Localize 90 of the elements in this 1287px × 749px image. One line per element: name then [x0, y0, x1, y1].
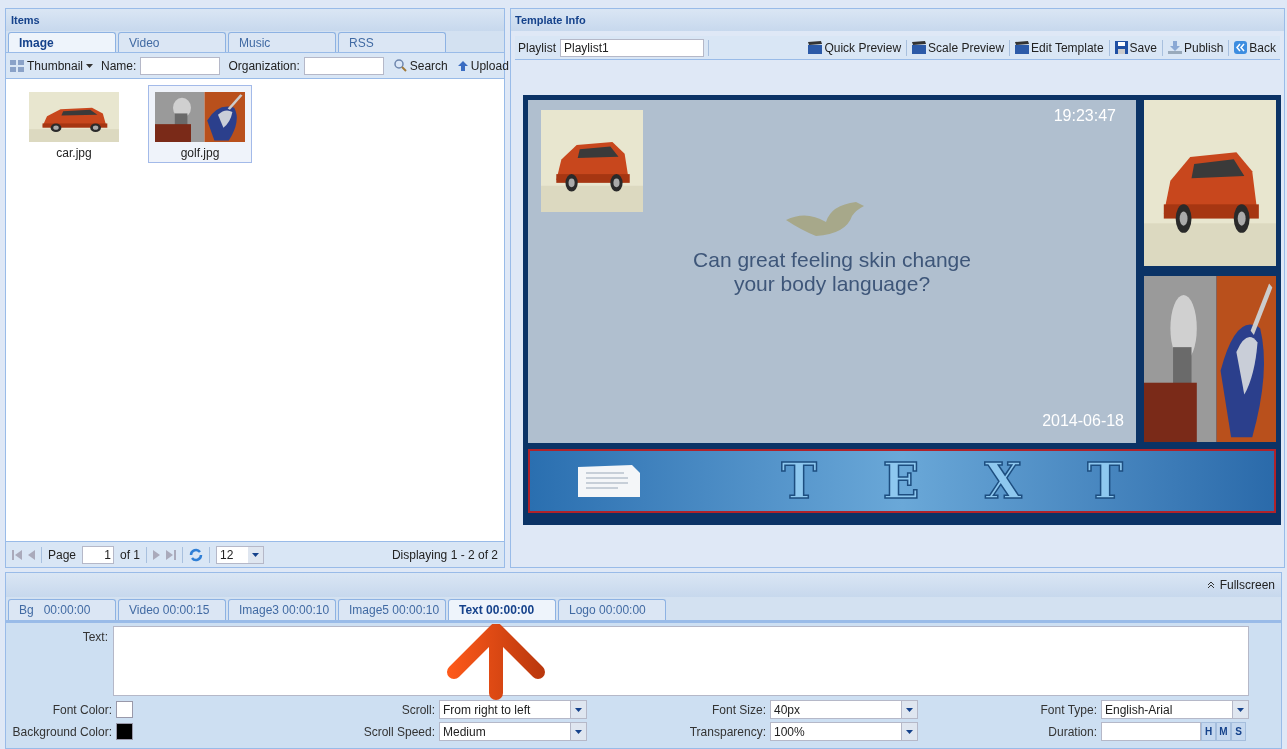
clapperboard-icon — [808, 41, 823, 54]
toolbar-button[interactable]: Edit Template — [1014, 38, 1105, 57]
field-label: Duration: — [1048, 724, 1097, 739]
date-text: 2014-06-18 — [1042, 411, 1124, 431]
page-label: Page — [48, 546, 77, 564]
back-icon — [1234, 41, 1248, 54]
banner-letter: T — [1086, 457, 1124, 505]
caret-icon — [906, 707, 913, 712]
banner-letter: T — [780, 457, 818, 505]
panel-title: Template Info — [511, 9, 1284, 31]
bird-icon — [786, 200, 864, 238]
banner-letter: E — [881, 457, 921, 505]
caret-icon — [252, 552, 260, 557]
field-label: Scroll Speed: — [363, 724, 435, 739]
dropdown[interactable]: 100% — [770, 722, 918, 741]
search-icon — [393, 59, 407, 72]
clapperboard-icon — [912, 41, 927, 54]
thumbnail-caption: car.jpg — [56, 145, 92, 162]
publish-icon — [1167, 41, 1182, 54]
caret-icon — [1237, 707, 1244, 712]
name-label: Name: — [101, 57, 137, 75]
text-input-field[interactable] — [113, 626, 1249, 696]
page-field[interactable]: 1 — [82, 545, 115, 564]
name-field[interactable] — [140, 56, 221, 75]
toolbar-button[interactable]: Back — [1233, 38, 1277, 57]
banner-letter: X — [983, 457, 1023, 505]
toolbar-button[interactable]: Publish — [1166, 38, 1225, 57]
first-page-icon[interactable] — [12, 549, 22, 560]
tab[interactable]: RSS — [338, 32, 446, 52]
tab[interactable]: Text 00:00:00 — [448, 599, 556, 620]
tab[interactable]: Music — [228, 32, 336, 52]
toolbar-button[interactable]: Save — [1113, 38, 1158, 57]
page-size-dropdown[interactable]: 12 — [216, 545, 265, 564]
dropdown[interactable]: Medium — [439, 722, 587, 741]
playlist-label: Playlist — [518, 39, 556, 57]
caret-icon — [86, 63, 94, 68]
field-label: Text: — [81, 629, 108, 646]
toolbar-button[interactable]: Quick Preview — [807, 38, 903, 57]
color-swatch[interactable] — [116, 701, 133, 718]
page-count: of 1 — [120, 546, 141, 564]
field-label: Background Color: — [12, 723, 112, 741]
organization-field[interactable] — [303, 56, 384, 75]
headline-text: Can great feeling skin change — [693, 248, 971, 272]
up-arrow-icon — [457, 60, 468, 71]
display-count: Displaying 1 - 2 of 2 — [391, 546, 498, 564]
grid-icon — [10, 59, 24, 72]
search-button[interactable]: Search — [393, 56, 448, 75]
tab[interactable]: Logo 00:00:00 — [558, 599, 666, 620]
caret-icon — [906, 729, 913, 734]
tab[interactable]: Image — [8, 32, 116, 52]
tab[interactable]: Image5 00:00:10 — [338, 599, 446, 620]
spinner-button[interactable]: H — [1201, 722, 1216, 741]
playlist-field[interactable]: Playlist1 — [560, 38, 704, 57]
color-swatch[interactable] — [116, 723, 133, 740]
caret-icon — [575, 707, 582, 712]
field-label: Font Type: — [1040, 702, 1097, 717]
spinner-button[interactable]: S — [1231, 722, 1246, 741]
next-page-icon[interactable] — [153, 549, 161, 560]
dropdown[interactable]: From right to left — [439, 700, 587, 719]
document-icon — [578, 465, 640, 497]
toolbar-button[interactable]: Scale Preview — [911, 38, 1006, 57]
field-label: Font Color: — [51, 701, 112, 719]
spinner-button[interactable]: M — [1216, 722, 1231, 741]
previous-page-icon[interactable] — [28, 549, 35, 560]
view-dropdown[interactable]: Thumbnail — [10, 56, 94, 75]
dropdown[interactable]: 40px — [770, 700, 918, 719]
tab[interactable]: Video 00:00:15 — [118, 599, 226, 620]
last-page-icon[interactable] — [166, 549, 177, 560]
thumbnail-item[interactable]: car.jpg — [22, 85, 126, 163]
field-label: Transparency: — [689, 724, 766, 739]
caret-icon — [575, 729, 582, 734]
fullscreen-button[interactable]: Fullscreen — [1206, 576, 1275, 594]
tab[interactable]: Bg 00:00:00 — [8, 599, 116, 620]
double-chevron-up-icon — [1206, 581, 1215, 589]
upload-button[interactable]: Upload — [457, 56, 509, 75]
headline-text: your body language? — [733, 272, 931, 296]
tab[interactable]: Image3 00:00:10 — [228, 599, 336, 620]
duration-field[interactable] — [1101, 722, 1201, 741]
field-label: Scroll: — [401, 702, 435, 717]
dropdown[interactable]: English-Arial — [1101, 700, 1249, 719]
clapperboard-icon — [1015, 41, 1030, 54]
save-icon — [1114, 41, 1128, 54]
tab[interactable]: Video — [118, 32, 226, 52]
clock-text: 19:23:47 — [1053, 106, 1116, 126]
thumbnail-item[interactable]: golf.jpg — [148, 85, 252, 163]
organization-label: Organization: — [228, 57, 300, 75]
field-label: Font Size: — [711, 702, 766, 717]
thumbnail-caption: golf.jpg — [180, 145, 220, 162]
refresh-icon[interactable] — [189, 547, 204, 562]
panel-title: Items — [6, 9, 504, 31]
